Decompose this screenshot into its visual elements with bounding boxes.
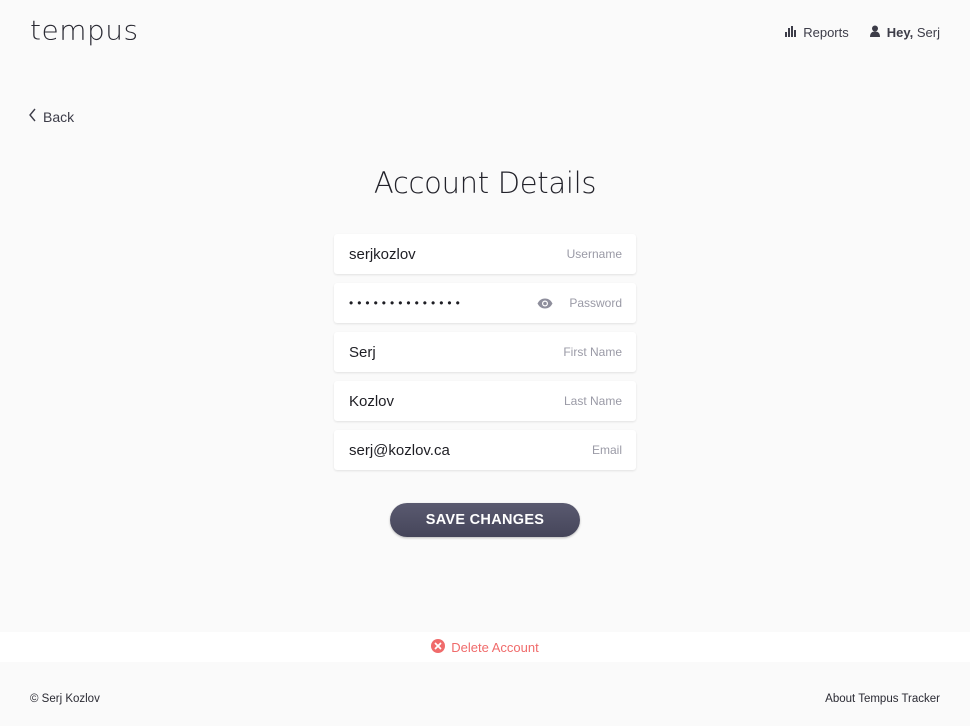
last-name-field[interactable]: Last Name [334,381,636,421]
delete-account-link[interactable]: Delete Account [431,638,539,656]
nav-reports-label: Reports [803,25,849,40]
first-name-field[interactable]: First Name [334,332,636,372]
user-name: Serj [916,25,940,40]
first-name-label: First Name [563,345,622,359]
about-link[interactable]: About Tempus Tracker [825,693,940,705]
bar-chart-icon [785,25,797,40]
account-form: Username •••••••••••••• Password First N… [334,234,636,470]
chevron-left-icon [28,108,37,125]
email-label: Email [591,443,622,457]
nav-user-menu[interactable]: Hey, Serj [869,25,940,40]
password-field[interactable]: •••••••••••••• Password [334,283,636,323]
username-field[interactable]: Username [334,234,636,274]
password-label: Password [569,296,622,310]
save-changes-button[interactable]: SAVE CHANGES [390,503,580,537]
user-icon [869,25,881,40]
username-label: Username [566,247,622,261]
last-name-input[interactable] [349,392,556,410]
nav-reports-link[interactable]: Reports [785,25,849,40]
email-input[interactable] [349,441,584,459]
first-name-input[interactable] [349,343,556,361]
back-link[interactable]: Back [28,108,74,125]
app-logo[interactable]: tempus [30,15,139,46]
back-label: Back [43,108,75,125]
username-input[interactable] [349,245,559,263]
page-title: Account Details [373,166,597,200]
delete-account-bar: Delete Account [0,632,970,662]
email-field[interactable]: Email [334,430,636,470]
footer-copyright: © Serj Kozlov [30,693,100,705]
top-nav: Reports Hey, Serj [785,25,940,40]
password-input[interactable]: •••••••••••••• [349,296,537,310]
eye-icon[interactable] [537,298,553,309]
last-name-label: Last Name [563,394,622,408]
close-circle-icon [431,638,446,656]
greeting-prefix: Hey, [886,25,914,40]
delete-account-label: Delete Account [451,639,539,655]
